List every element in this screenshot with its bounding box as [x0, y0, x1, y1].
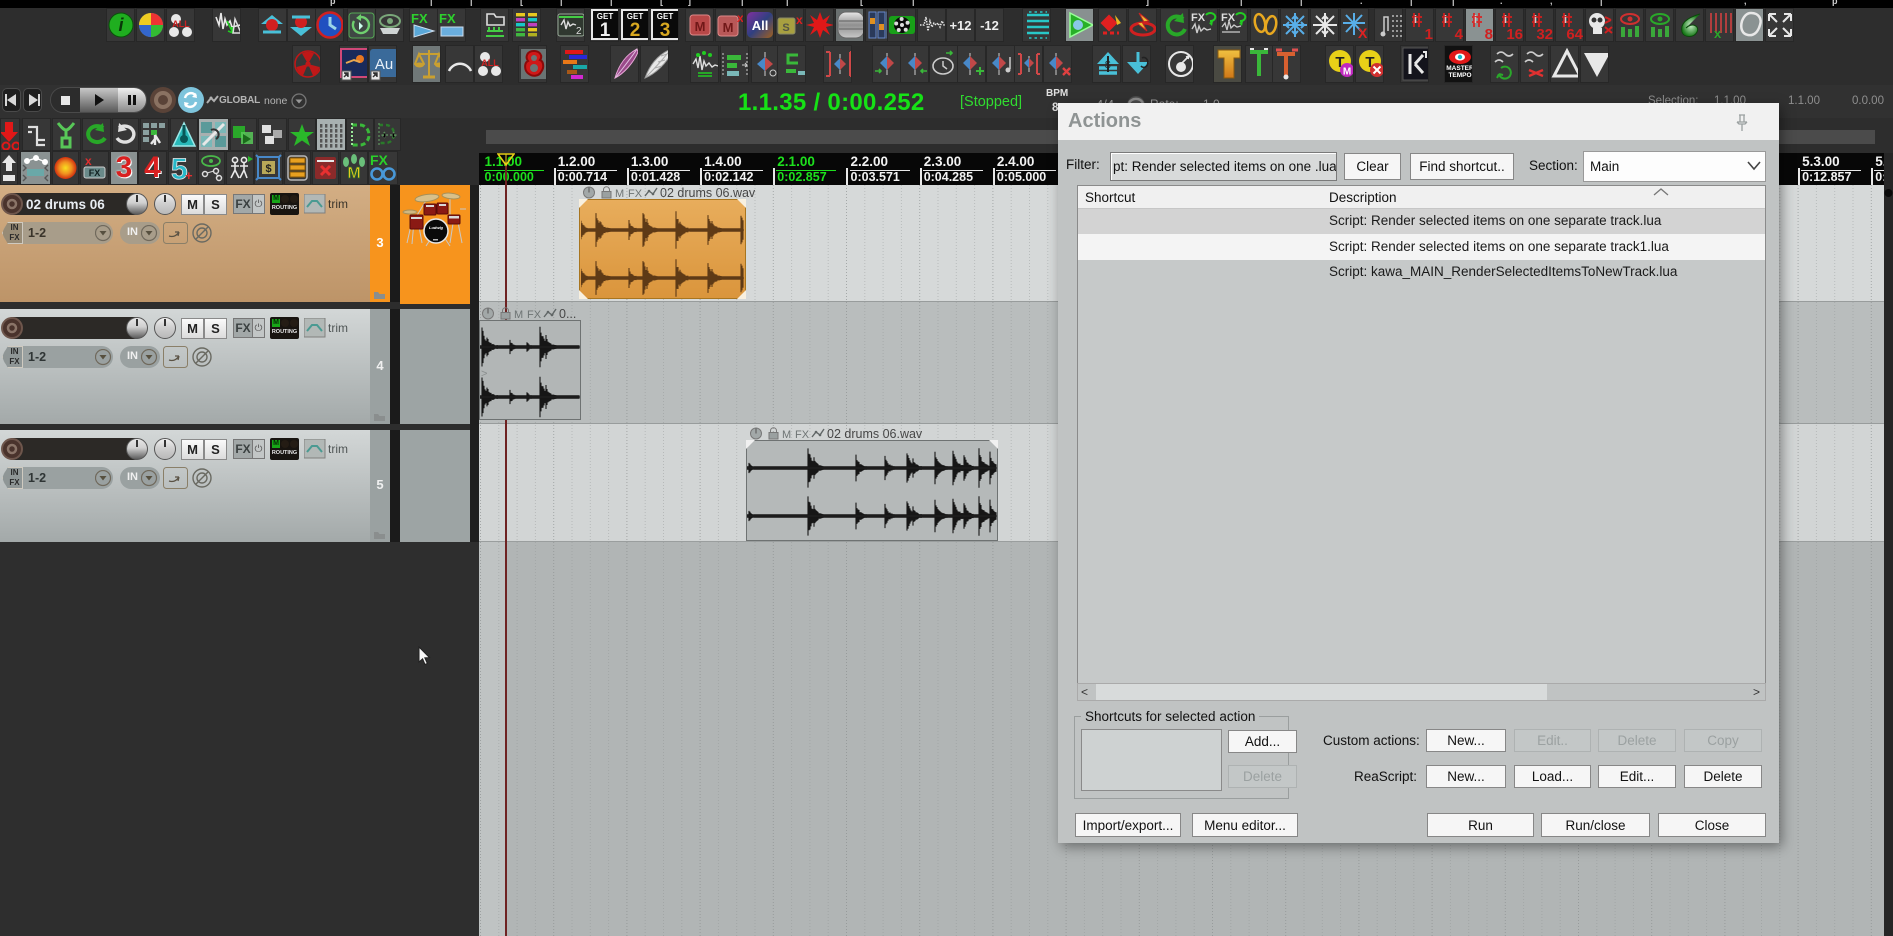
svg-text:Ludwig: Ludwig: [429, 225, 444, 230]
svg-text:M: M: [514, 309, 523, 320]
svg-text:M: M: [615, 188, 624, 199]
svg-text:FX: FX: [527, 309, 542, 320]
svg-text:FX: FX: [795, 429, 810, 440]
svg-text:M: M: [782, 429, 791, 440]
svg-text:FX: FX: [628, 188, 643, 199]
